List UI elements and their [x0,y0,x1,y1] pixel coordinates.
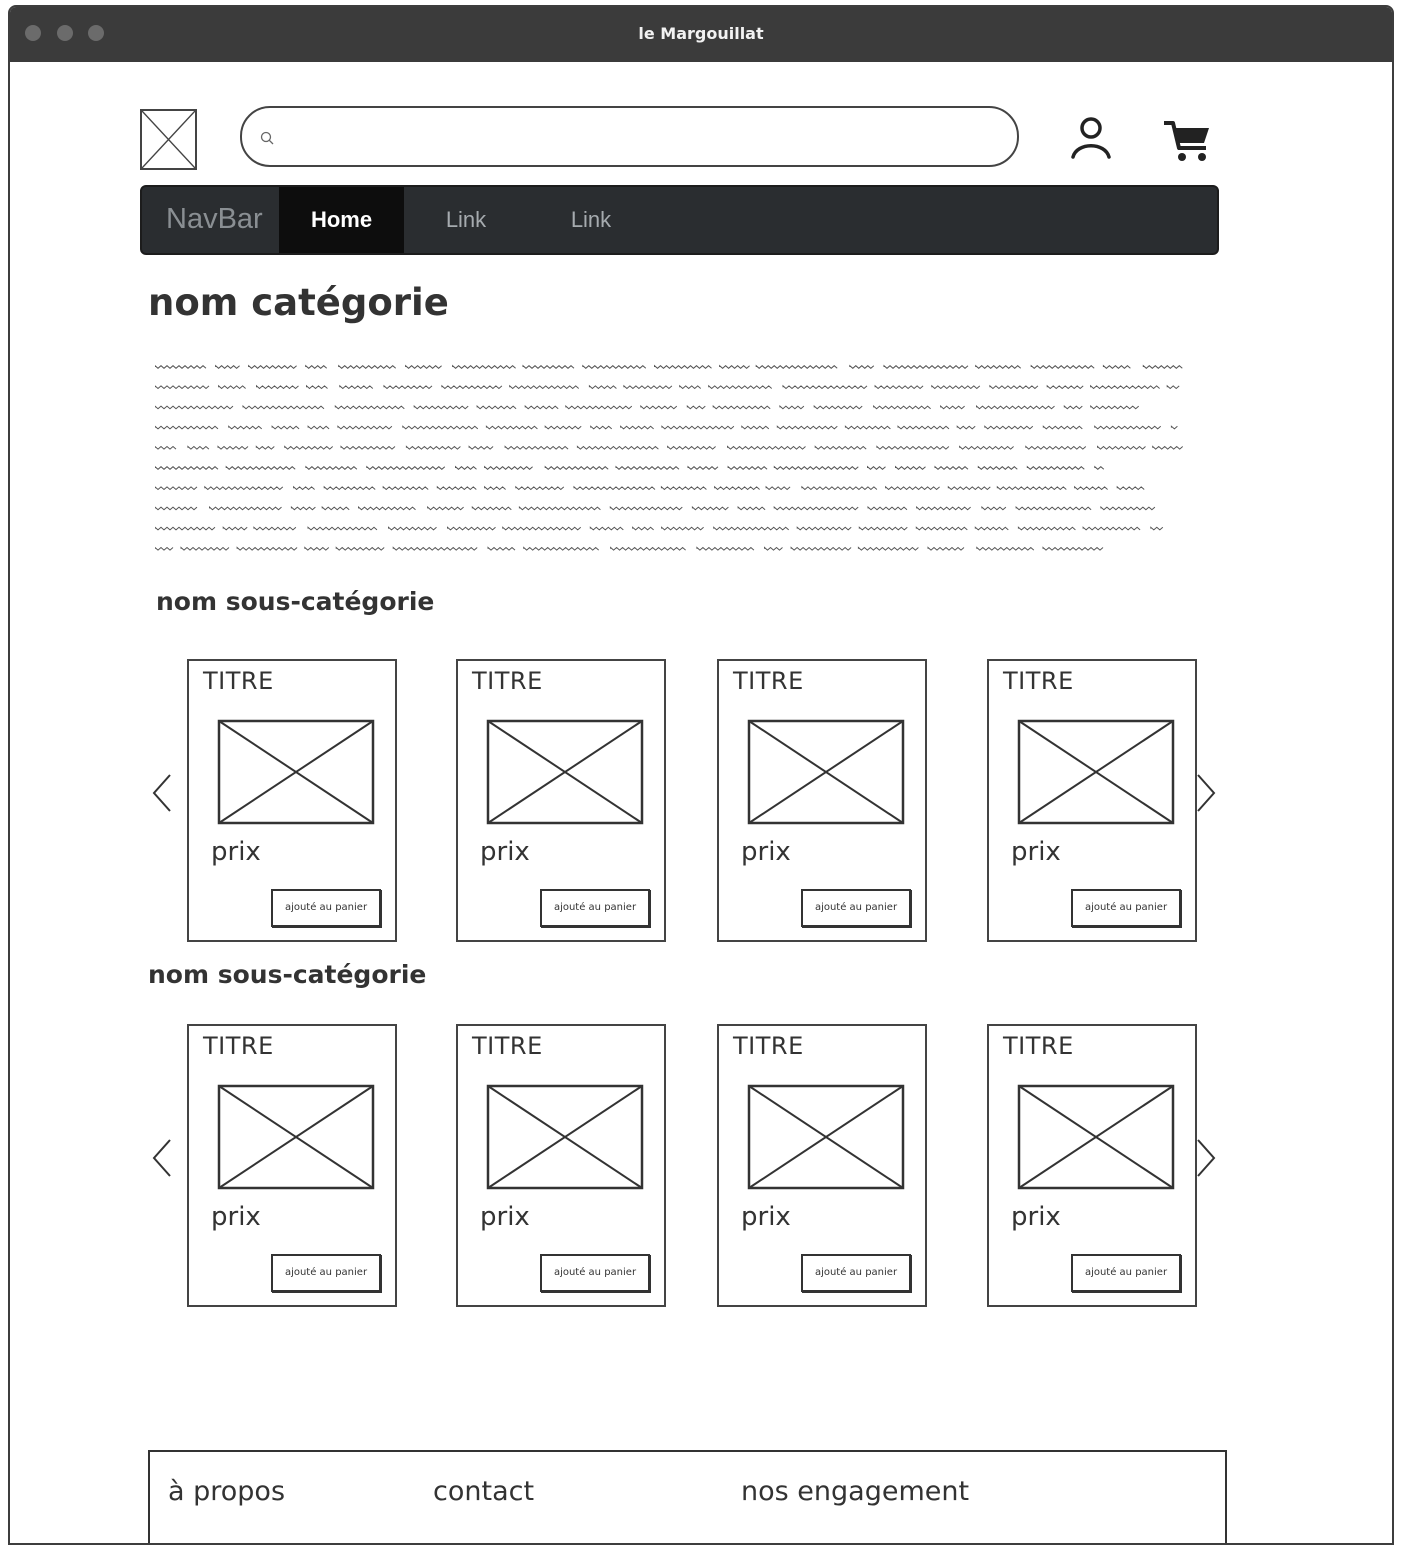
image-placeholder-icon [747,719,905,825]
product-price: prix [211,1202,261,1232]
product-price: prix [480,1202,530,1232]
nav-home-link[interactable]: Home [279,187,404,253]
placeholder-text-line [155,405,1140,410]
product-card[interactable]: TITRE prix ajouté au panier [987,659,1197,942]
subcategory-title: nom sous-catégorie [148,960,427,989]
navbar: NavBar Home Link Link [140,185,1219,255]
placeholder-text-block [155,364,1184,551]
footer-link-contact[interactable]: contact [433,1476,534,1507]
chevron-right-icon[interactable] [1192,1134,1218,1182]
footer: à propos contact nos engagement [148,1450,1227,1543]
placeholder-text-line [155,546,1104,551]
user-icon[interactable] [1068,115,1114,161]
product-price: prix [1011,837,1061,867]
product-title: TITRE [733,1032,804,1060]
chevron-left-icon[interactable] [150,769,176,817]
image-placeholder-icon [217,719,375,825]
product-title: TITRE [1003,667,1074,695]
add-to-cart-button[interactable]: ajouté au panier [1071,1254,1181,1292]
placeholder-text-line [155,445,1184,450]
chevron-right-icon[interactable] [1192,769,1218,817]
product-title: TITRE [472,667,543,695]
add-to-cart-button[interactable]: ajouté au panier [271,1254,381,1292]
browser-window: le Margouillat NavBar Home Link Link nom… [8,5,1394,1545]
chevron-left-icon[interactable] [150,1134,176,1182]
product-title: TITRE [733,667,804,695]
placeholder-text-line [155,425,1178,430]
product-title: TITRE [472,1032,543,1060]
logo-placeholder-icon[interactable] [140,109,197,170]
product-carousel: TITRE prix ajouté au panier TITRE prix a… [150,659,1230,944]
add-to-cart-button[interactable]: ajouté au panier [540,889,650,927]
placeholder-text-line [155,465,1105,470]
add-to-cart-button[interactable]: ajouté au panier [540,1254,650,1292]
search-icon [260,131,274,145]
product-price: prix [741,1202,791,1232]
product-card[interactable]: TITRE prix ajouté au panier [456,1024,666,1307]
search-input[interactable] [286,122,986,152]
image-placeholder-icon [747,1084,905,1190]
product-price: prix [480,837,530,867]
image-placeholder-icon [486,719,644,825]
product-card[interactable]: TITRE prix ajouté au panier [717,659,927,942]
product-card[interactable]: TITRE prix ajouté au panier [187,1024,397,1307]
product-card[interactable]: TITRE prix ajouté au panier [717,1024,927,1307]
image-placeholder-icon [1017,1084,1175,1190]
product-carousel: TITRE prix ajouté au panier TITRE prix a… [150,1024,1230,1309]
window-title: le Margouillat [638,24,764,43]
product-title: TITRE [1003,1032,1074,1060]
subcategory-title: nom sous-catégorie [156,587,435,616]
product-card[interactable]: TITRE prix ajouté au panier [456,659,666,942]
cart-icon[interactable] [1162,118,1212,164]
nav-link-2[interactable]: Link [546,187,636,253]
placeholder-text-line [155,506,1156,511]
add-to-cart-button[interactable]: ajouté au panier [1071,889,1181,927]
nav-link-1[interactable]: Link [421,187,511,253]
image-placeholder-icon [217,1084,375,1190]
product-price: prix [211,837,261,867]
product-price: prix [1011,1202,1061,1232]
placeholder-text-line [155,485,1145,491]
add-to-cart-button[interactable]: ajouté au panier [801,889,911,927]
placeholder-text-line [155,526,1164,531]
product-card[interactable]: TITRE prix ajouté au panier [187,659,397,942]
placeholder-text-line [155,384,1180,390]
title-bar: le Margouillat [10,7,1392,62]
category-title: nom catégorie [148,281,449,324]
product-title: TITRE [203,667,274,695]
add-to-cart-button[interactable]: ajouté au panier [271,889,381,927]
placeholder-text-line [155,364,1183,369]
image-placeholder-icon [1017,719,1175,825]
product-card[interactable]: TITRE prix ajouté au panier [987,1024,1197,1307]
product-title: TITRE [203,1032,274,1060]
navbar-brand[interactable]: NavBar [166,203,263,236]
product-price: prix [741,837,791,867]
search-bar[interactable] [240,106,1019,167]
footer-link-about[interactable]: à propos [168,1476,285,1507]
footer-link-commitments[interactable]: nos engagement [741,1476,969,1507]
add-to-cart-button[interactable]: ajouté au panier [801,1254,911,1292]
image-placeholder-icon [486,1084,644,1190]
